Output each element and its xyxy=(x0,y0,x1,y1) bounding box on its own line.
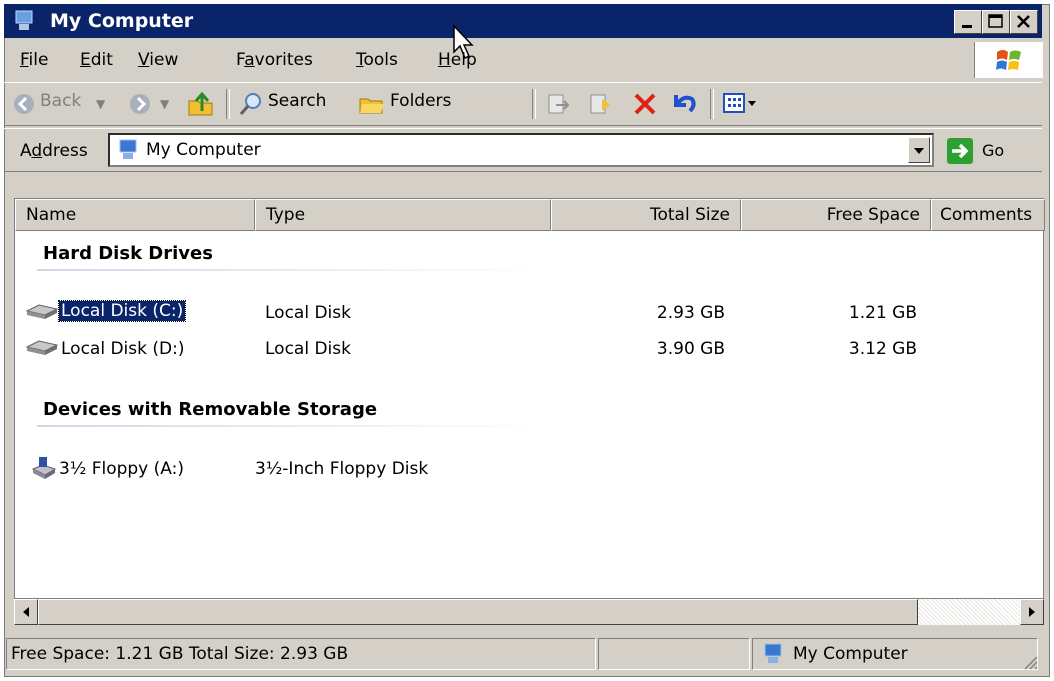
scroll-left-arrow-icon xyxy=(23,607,29,617)
resize-grip-icon[interactable] xyxy=(1022,654,1038,670)
scroll-track[interactable] xyxy=(918,599,1020,625)
search-button[interactable]: Search xyxy=(268,91,326,111)
item-free-space: 1.21 GB xyxy=(848,303,917,323)
toolbar-separator xyxy=(226,89,230,119)
minimize-icon xyxy=(962,25,972,28)
item-name: Local Disk (C:) xyxy=(57,300,187,322)
menu-edit[interactable]: Edit xyxy=(80,50,113,70)
forward-dropdown-icon[interactable]: ▼ xyxy=(160,97,169,111)
back-arrow-icon[interactable] xyxy=(12,92,36,116)
status-zone-label: My Computer xyxy=(793,644,908,664)
back-button[interactable]: Back xyxy=(40,91,81,111)
toolbar-separator xyxy=(532,89,536,119)
menu-tools[interactable]: Tools xyxy=(356,50,398,70)
scroll-thumb[interactable] xyxy=(38,599,918,625)
title-bar[interactable]: My Computer xyxy=(4,4,1042,38)
close-icon xyxy=(1017,15,1030,28)
folders-icon[interactable] xyxy=(358,91,386,117)
address-value: My Computer xyxy=(146,140,261,160)
item-total-size: 2.93 GB xyxy=(656,303,725,323)
address-input[interactable]: My Computer xyxy=(108,133,934,167)
delete-icon[interactable] xyxy=(632,91,658,117)
group-divider xyxy=(37,425,547,427)
item-type: 3½-Inch Floppy Disk xyxy=(255,459,429,479)
windows-flag-icon xyxy=(996,50,1021,70)
hard-disk-icon xyxy=(25,304,59,319)
column-header-total-size[interactable]: Total Size xyxy=(551,199,741,231)
status-zone: My Computer xyxy=(752,638,1038,670)
hard-disk-icon xyxy=(25,340,59,355)
status-info: Free Space: 1.21 GB Total Size: 2.93 GB xyxy=(6,638,596,670)
status-bar: Free Space: 1.21 GB Total Size: 2.93 GB … xyxy=(4,636,1042,674)
back-dropdown-icon[interactable]: ▼ xyxy=(96,97,105,111)
copy-to-icon[interactable] xyxy=(588,91,614,117)
search-icon[interactable] xyxy=(238,91,264,117)
up-folder-icon[interactable] xyxy=(186,89,216,119)
item-name: Local Disk (D:) xyxy=(61,339,185,359)
address-bar: Address My Computer Go xyxy=(4,128,1042,172)
maximize-button[interactable] xyxy=(982,10,1010,34)
chevron-down-icon xyxy=(914,148,924,154)
group-title-hard-disk-drives: Hard Disk Drives xyxy=(43,243,213,264)
minimize-button[interactable] xyxy=(954,10,982,34)
my-computer-icon xyxy=(15,10,33,30)
menu-help[interactable]: Help xyxy=(438,50,477,70)
windows-logo-area xyxy=(974,42,1043,78)
item-type: Local Disk xyxy=(265,339,351,359)
group-title-removable-storage: Devices with Removable Storage xyxy=(43,399,378,420)
horizontal-scrollbar[interactable] xyxy=(14,598,1044,626)
move-to-icon[interactable] xyxy=(546,91,572,117)
window-title: My Computer xyxy=(50,10,194,32)
menu-file[interactable]: File xyxy=(20,50,48,70)
undo-icon[interactable] xyxy=(670,91,698,117)
standard-toolbar: Back ▼ ▼ Search Folders xyxy=(4,82,1042,126)
maximize-icon xyxy=(988,14,1003,28)
column-header-comments[interactable]: Comments xyxy=(931,199,1045,231)
go-button[interactable]: Go xyxy=(982,141,1004,160)
item-type: Local Disk xyxy=(265,303,351,323)
folders-button[interactable]: Folders xyxy=(390,91,451,111)
views-icon[interactable] xyxy=(722,92,762,116)
go-arrow-icon[interactable] xyxy=(946,137,974,165)
address-dropdown-button[interactable] xyxy=(908,137,930,163)
menu-view[interactable]: View xyxy=(138,50,178,70)
scroll-right-button[interactable] xyxy=(1020,599,1044,625)
my-computer-icon xyxy=(764,643,782,663)
column-header-type[interactable]: Type xyxy=(255,199,551,231)
close-button[interactable] xyxy=(1010,10,1038,34)
column-header-name[interactable]: Name xyxy=(15,199,255,231)
address-label: Address xyxy=(20,141,88,161)
floppy-drive-icon xyxy=(31,457,57,479)
scroll-right-arrow-icon xyxy=(1029,607,1035,617)
scroll-left-button[interactable] xyxy=(14,599,38,625)
toolbar-separator xyxy=(710,89,714,119)
group-divider xyxy=(37,269,547,271)
my-computer-icon xyxy=(119,139,137,159)
item-total-size: 3.90 GB xyxy=(656,339,725,359)
status-pane-empty xyxy=(598,638,750,670)
item-free-space: 3.12 GB xyxy=(848,339,917,359)
item-name: 3½ Floppy (A:) xyxy=(59,459,184,479)
menu-bar: File Edit View Favorites Tools Help xyxy=(4,40,1043,78)
menu-favorites[interactable]: Favorites xyxy=(236,50,313,70)
forward-arrow-icon[interactable] xyxy=(128,92,152,116)
file-list-view[interactable]: Name Type Total Size Free Space Comments… xyxy=(14,198,1045,598)
column-header-free-space[interactable]: Free Space xyxy=(741,199,931,231)
